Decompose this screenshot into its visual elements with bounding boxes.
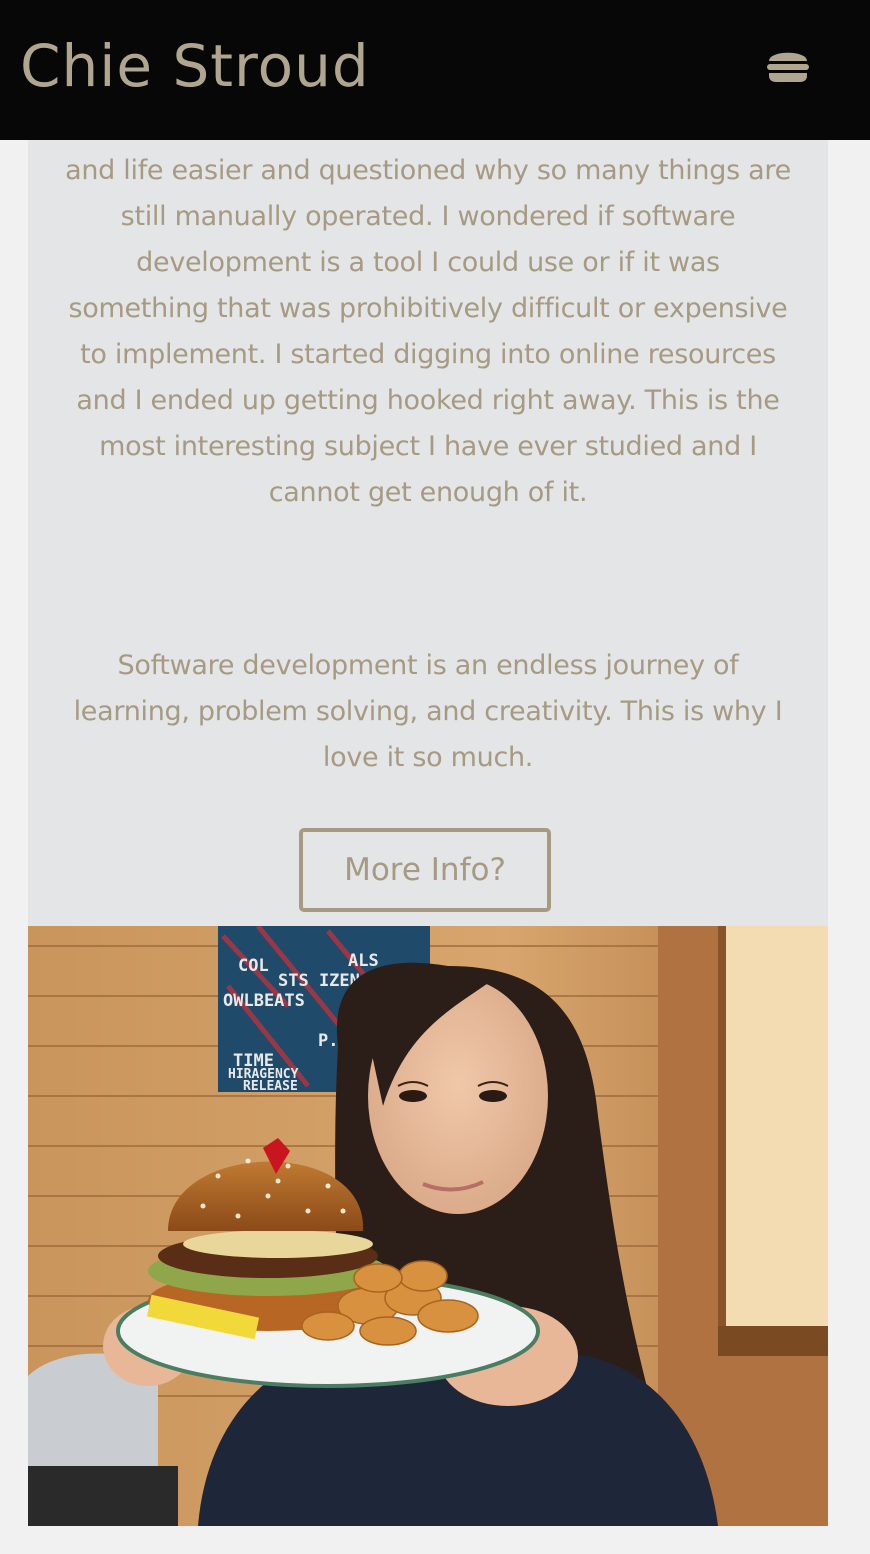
about-paragraph-closing: Software development is an endless journ…: [73, 650, 783, 773]
svg-text:RELEASE: RELEASE: [243, 1079, 298, 1094]
hamburger-menu-icon[interactable]: [764, 42, 812, 90]
site-title[interactable]: Chie Stroud: [20, 28, 370, 104]
about-paragraph: and life easier and questioned why so ma…: [65, 155, 791, 508]
more-info-button[interactable]: More Info?: [299, 828, 551, 912]
top-navigation-bar: Chie Stroud: [0, 0, 870, 140]
svg-text:ALS: ALS: [348, 951, 379, 971]
profile-photo: COL ALS STS IZEN EN OWLBEATS P.D TIME HI…: [28, 926, 828, 1526]
about-panel: and life easier and questioned why so ma…: [28, 140, 828, 926]
svg-text:COL: COL: [238, 956, 269, 976]
svg-text:OWLBEATS: OWLBEATS: [223, 991, 305, 1011]
